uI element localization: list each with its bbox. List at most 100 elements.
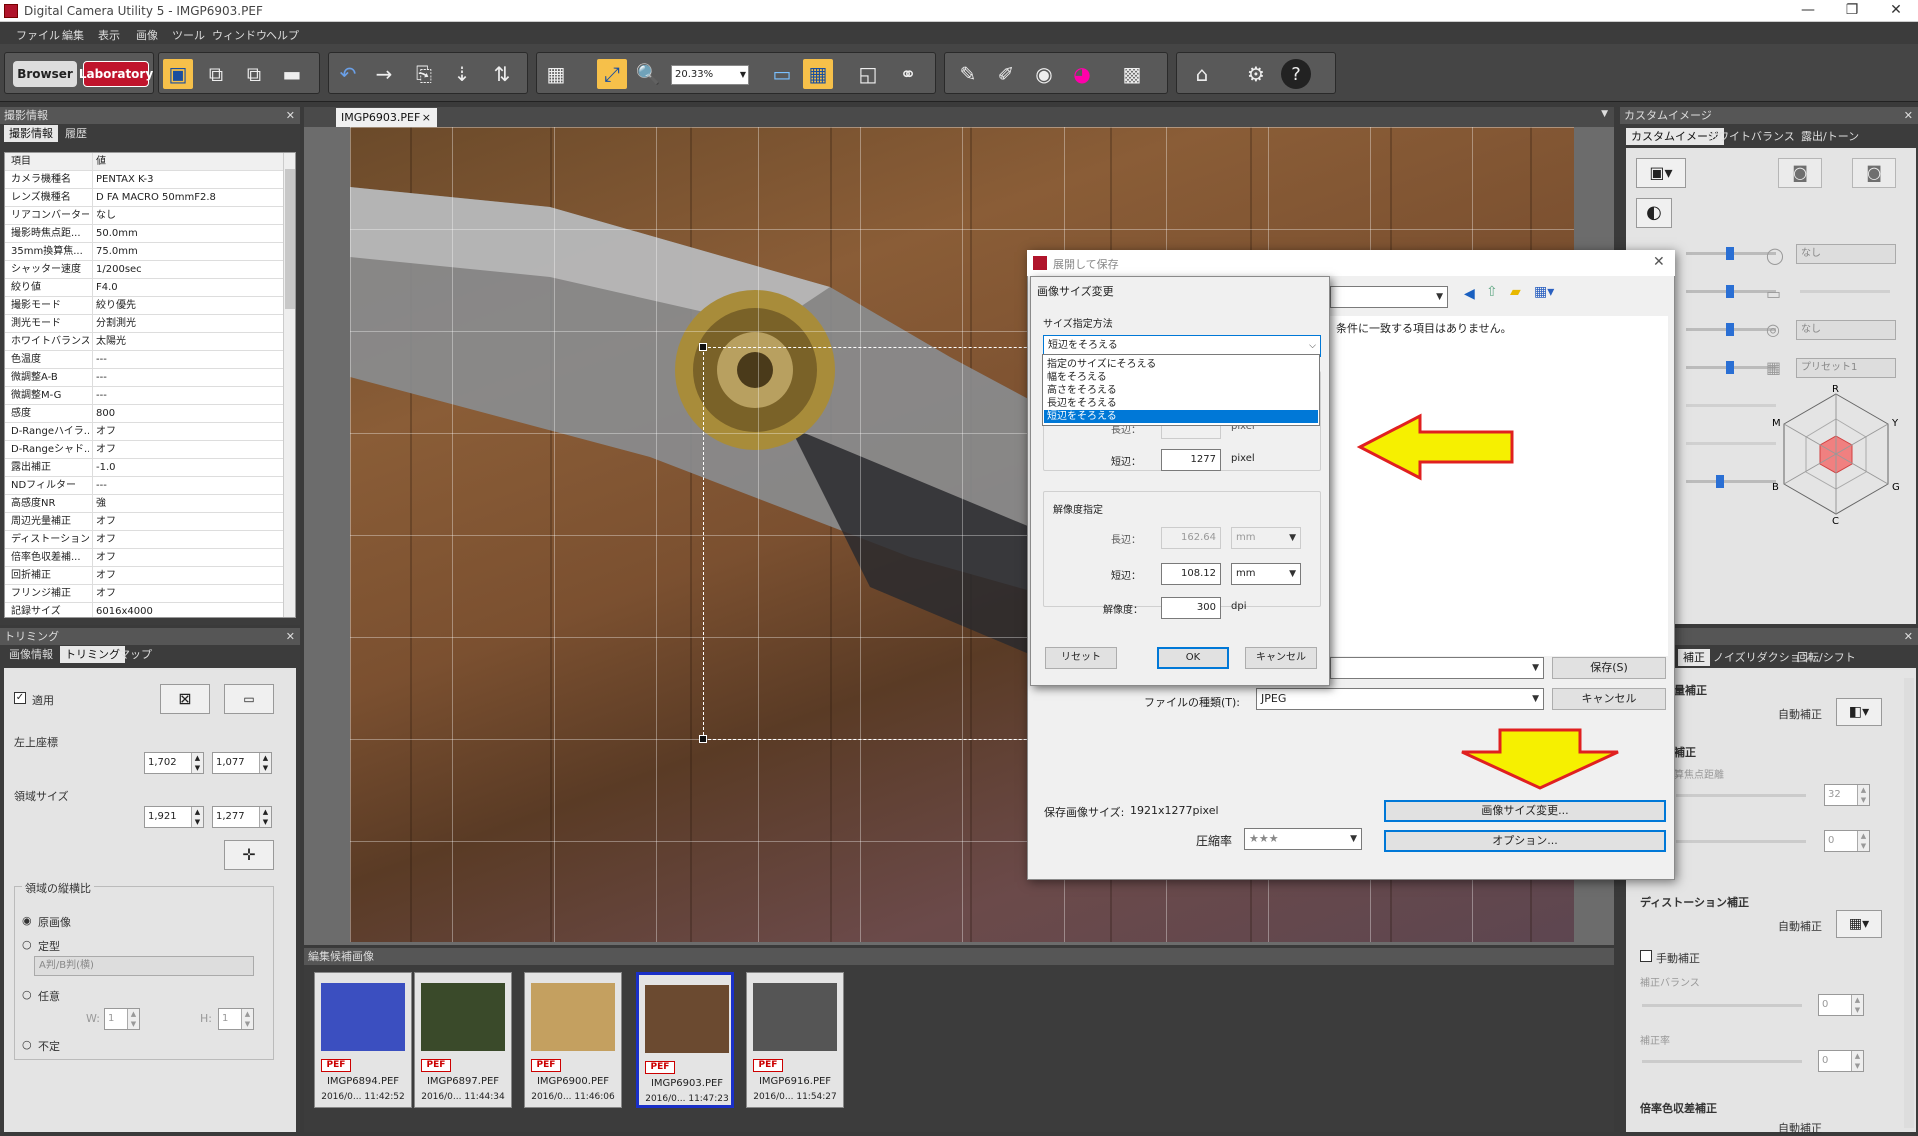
copy-params-icon[interactable]: ⎘: [409, 59, 439, 89]
spin-arrows-icon[interactable]: ▲ ▼: [1857, 831, 1869, 851]
spin-arrows-icon[interactable]: ▲ ▼: [241, 1009, 253, 1029]
radio-free-icon[interactable]: ○: [22, 1038, 32, 1051]
table-row[interactable]: 感度 800: [5, 405, 283, 423]
slider[interactable]: [1676, 840, 1806, 843]
path-combo[interactable]: ▼: [1330, 286, 1448, 308]
tab-menu-icon[interactable]: ▼: [1601, 109, 1608, 119]
zero-input-1[interactable]: 0 ▲ ▼: [1824, 830, 1870, 852]
tab-close-icon[interactable]: ×: [422, 108, 431, 127]
thumbnail[interactable]: PEF IMGP6897.PEF 2016/0... 11:44:34: [414, 972, 512, 1108]
tab-shooting-info[interactable]: 撮影情報: [4, 125, 58, 142]
table-row[interactable]: D-Rangeハイラ... オフ: [5, 423, 283, 441]
contrast-icon[interactable]: ◐: [1636, 198, 1672, 228]
paste-params-icon[interactable]: ⇣: [447, 59, 477, 89]
grid-icon[interactable]: ▦: [541, 59, 571, 89]
multi-view-icon[interactable]: ⧉: [201, 59, 231, 89]
dialog-close-icon[interactable]: ✕: [1653, 254, 1665, 270]
crop-icon[interactable]: ◱: [853, 59, 883, 89]
maximize-button[interactable]: ❐: [1832, 2, 1872, 18]
help-icon[interactable]: ?: [1281, 59, 1311, 89]
image-preset-icon[interactable]: ▣▾: [1636, 158, 1686, 188]
method-option[interactable]: 指定のサイズにそろえる: [1044, 358, 1318, 371]
undo-icon[interactable]: ↶: [333, 59, 363, 89]
spin-arrows-icon[interactable]: ▲ ▼: [259, 807, 271, 827]
options-button[interactable]: オプション...: [1384, 830, 1666, 852]
slider[interactable]: [1686, 285, 1776, 298]
compression-combo[interactable]: ★★★ ▼: [1244, 828, 1362, 850]
eye-icon[interactable]: ◉: [1029, 59, 1059, 89]
menu-image[interactable]: 画像: [136, 27, 158, 43]
table-row[interactable]: 絞り値 F4.0: [5, 279, 283, 297]
tab-history[interactable]: 履歴: [60, 125, 92, 142]
grid-overlay-icon[interactable]: ▦: [803, 59, 833, 89]
table-row[interactable]: フリンジ補正 オフ: [5, 585, 283, 603]
y-input[interactable]: 1,077 ▲ ▼: [212, 752, 272, 774]
short-input[interactable]: 1277: [1161, 449, 1221, 471]
reset-button[interactable]: リセット: [1045, 647, 1117, 669]
method-option[interactable]: 幅をそろえる: [1044, 371, 1318, 384]
tab-correction[interactable]: 補正: [1678, 649, 1710, 666]
table-row[interactable]: D-Rangeシャド... オフ: [5, 441, 283, 459]
tab-white-balance[interactable]: ホワイトバランス: [1702, 128, 1800, 145]
single-view-icon[interactable]: ▣: [163, 59, 193, 89]
table-row[interactable]: 微調整M-G ---: [5, 387, 283, 405]
slider[interactable]: [1686, 475, 1776, 488]
table-row[interactable]: 記録サイズ 6016x4000: [5, 603, 283, 617]
filename-combo[interactable]: ▼: [1330, 657, 1544, 679]
manual-checkbox[interactable]: [1640, 950, 1652, 962]
zoom-select[interactable]: 20.33% ▼: [671, 65, 749, 85]
table-row[interactable]: レンズ機種名 D FA MACRO 50mmF2.8: [5, 189, 283, 207]
file-list[interactable]: 条件に一致する項目はありません。: [1330, 316, 1668, 656]
dropdown-1[interactable]: なし: [1796, 244, 1896, 264]
method-option-selected[interactable]: 短辺をそろえる: [1044, 410, 1318, 423]
tab-map[interactable]: マップ: [114, 646, 157, 663]
slider[interactable]: [1676, 794, 1806, 797]
dpi-input[interactable]: 300: [1161, 597, 1221, 619]
method-dropdown-list[interactable]: 指定のサイズにそろえる 幅をそろえる 高さをそろえる 長辺をそろえる 短辺をそろ…: [1042, 354, 1320, 426]
table-row[interactable]: 撮影モード 絞り優先: [5, 297, 283, 315]
slider[interactable]: [1686, 323, 1776, 336]
laboratory-button[interactable]: Laboratory: [79, 61, 153, 87]
spin-arrows-icon[interactable]: ▲ ▼: [191, 753, 203, 773]
method-option[interactable]: 長辺をそろえる: [1044, 397, 1318, 410]
menu-edit[interactable]: 編集: [62, 27, 84, 43]
close-icon[interactable]: ✕: [1904, 628, 1913, 645]
fit-crop-icon[interactable]: ⊠: [160, 684, 210, 714]
apply-checkbox[interactable]: ✓: [14, 692, 26, 704]
resize-cancel-button[interactable]: キャンセル: [1245, 647, 1317, 669]
auto-correct-select-1[interactable]: ◧▾: [1836, 698, 1882, 726]
center-crop-icon[interactable]: ✛: [224, 840, 274, 870]
h-ratio-input[interactable]: 1 ▲ ▼: [218, 1008, 254, 1030]
tab-image[interactable]: IMGP6903.PEF ×: [336, 108, 437, 127]
zoom-icon[interactable]: 🔍: [633, 59, 663, 89]
res-short-input[interactable]: 108.12: [1161, 563, 1221, 585]
radio-fixed-icon[interactable]: ○: [22, 938, 32, 951]
fixed-select[interactable]: A判/B判(横): [34, 956, 254, 976]
radio-any-icon[interactable]: ○: [22, 988, 32, 1001]
tab-image-info[interactable]: 画像情報: [4, 646, 58, 663]
close-icon[interactable]: ✕: [286, 107, 295, 124]
scrollbar[interactable]: [1904, 678, 1914, 1128]
spin-arrows-icon[interactable]: ▲ ▼: [127, 1009, 139, 1029]
spin-arrows-icon[interactable]: ▲ ▼: [259, 753, 271, 773]
dropdown-3[interactable]: プリセット1: [1796, 358, 1896, 378]
menu-help[interactable]: ヘルプ: [266, 27, 299, 43]
tab-exposure[interactable]: 露出/トーン: [1796, 128, 1864, 145]
fit-icon[interactable]: ⤢: [597, 59, 627, 89]
scroll-thumb[interactable]: [285, 169, 295, 309]
table-row[interactable]: リアコンバーター なし: [5, 207, 283, 225]
scrollbar[interactable]: [283, 153, 295, 617]
table-row[interactable]: 微調整A-B ---: [5, 369, 283, 387]
table-row[interactable]: 回折補正 オフ: [5, 567, 283, 585]
filetype-combo[interactable]: JPEG ▼: [1256, 688, 1544, 710]
view-menu-icon[interactable]: ▦▾: [1534, 284, 1554, 300]
redo-icon[interactable]: →: [369, 59, 399, 89]
gear-icon[interactable]: ⚙: [1241, 59, 1271, 89]
w-input[interactable]: 1,921 ▲ ▼: [144, 806, 204, 828]
radio-original-icon[interactable]: ◉: [22, 914, 32, 927]
camera-alt-icon[interactable]: ◙: [1852, 158, 1896, 188]
thumbnail[interactable]: PEF IMGP6894.PEF 2016/0... 11:42:52: [314, 972, 412, 1108]
checker-icon[interactable]: ▩: [1117, 59, 1147, 89]
zero-input-3[interactable]: 0 ▲ ▼: [1818, 1050, 1864, 1072]
h-input[interactable]: 1,277 ▲ ▼: [212, 806, 272, 828]
